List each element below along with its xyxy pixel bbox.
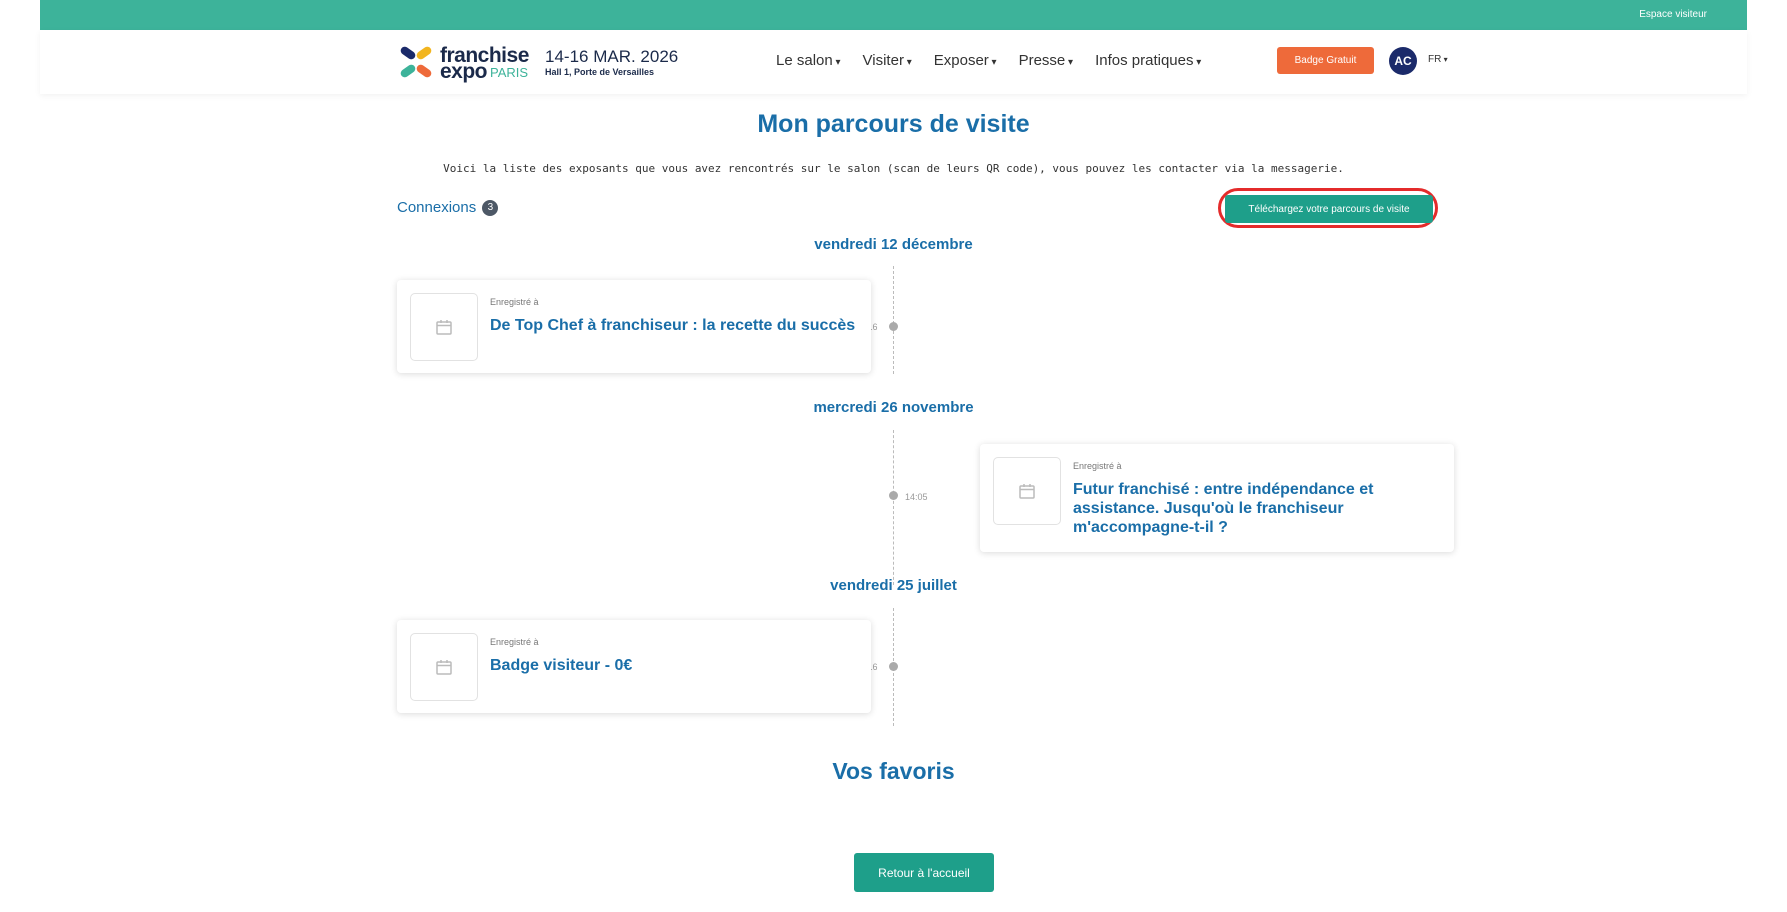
timeline-dot	[889, 491, 898, 500]
logo-cross-icon	[400, 46, 432, 78]
event-location: Hall 1, Porte de Versailles	[545, 67, 655, 77]
session-title[interactable]: Futur franchisé : entre indépendance et …	[1073, 480, 1443, 537]
page: Espace visiteur franchise expo PARIS 14-…	[40, 0, 1747, 912]
franchise-expo-logo[interactable]: franchise expo PARIS 14-16 MAR. 2026 Hal…	[398, 44, 678, 83]
saved-at-label: Enregistré à	[490, 297, 539, 307]
timeline-time: 14:05	[905, 492, 928, 502]
back-home-button[interactable]: Retour à l'accueil	[854, 853, 994, 892]
timeline-date: vendredi 25 juillet	[830, 577, 957, 594]
timeline-dot	[889, 662, 898, 671]
nav-item-infos-pratiques[interactable]: Infos pratiques	[1095, 52, 1201, 69]
saved-at-label: Enregistré à	[490, 637, 539, 647]
download-parcours-button[interactable]: Téléchargez votre parcours de visite	[1225, 195, 1433, 223]
language-selector[interactable]: FR	[1428, 54, 1448, 65]
nav-item-presse[interactable]: Presse	[1019, 52, 1074, 69]
page-title: Mon parcours de visite	[757, 110, 1030, 138]
logo-paris-text: PARIS	[490, 65, 529, 80]
timeline-date: vendredi 12 décembre	[814, 236, 973, 253]
calendar-icon	[410, 633, 478, 701]
connexions-heading: Connexions 3	[397, 199, 499, 217]
timeline-card[interactable]: Enregistré à Futur franchisé : entre ind…	[980, 444, 1454, 552]
nav-item-le-salon[interactable]: Le salon	[776, 52, 841, 69]
timeline-date: mercredi 26 novembre	[813, 399, 974, 416]
logo-expo-text: expo	[440, 60, 488, 83]
user-avatar[interactable]: AC	[1389, 47, 1417, 75]
nav-item-visiter[interactable]: Visiter	[863, 52, 912, 69]
calendar-icon	[993, 457, 1061, 525]
timeline-line	[893, 430, 894, 585]
badge-gratuit-button[interactable]: Badge Gratuit	[1277, 47, 1374, 74]
connexions-label: Connexions	[397, 199, 477, 216]
event-dates: 14-16 MAR. 2026	[545, 47, 679, 66]
favorites-heading: Vos favoris	[832, 758, 955, 784]
connexions-count-badge: 3	[482, 200, 499, 217]
top-bar: Espace visiteur	[40, 0, 1747, 30]
timeline-dot	[889, 322, 898, 331]
timeline-card[interactable]: Enregistré à Badge visiteur - 0€	[397, 620, 871, 713]
session-title[interactable]: De Top Chef à franchiseur : la recette d…	[490, 316, 860, 335]
header: franchise expo PARIS 14-16 MAR. 2026 Hal…	[40, 30, 1747, 94]
main-nav: Le salon Visiter Exposer Presse Infos pr…	[776, 52, 1201, 69]
intro-text: Voici la liste des exposants que vous av…	[443, 162, 1344, 175]
session-title[interactable]: Badge visiteur - 0€	[490, 656, 860, 675]
nav-item-exposer[interactable]: Exposer	[934, 52, 997, 69]
timeline-line	[893, 266, 894, 374]
timeline-card[interactable]: Enregistré à De Top Chef à franchiseur :…	[397, 280, 871, 373]
calendar-icon	[410, 293, 478, 361]
espace-visiteur-link[interactable]: Espace visiteur	[1639, 9, 1707, 20]
saved-at-label: Enregistré à	[1073, 461, 1122, 471]
